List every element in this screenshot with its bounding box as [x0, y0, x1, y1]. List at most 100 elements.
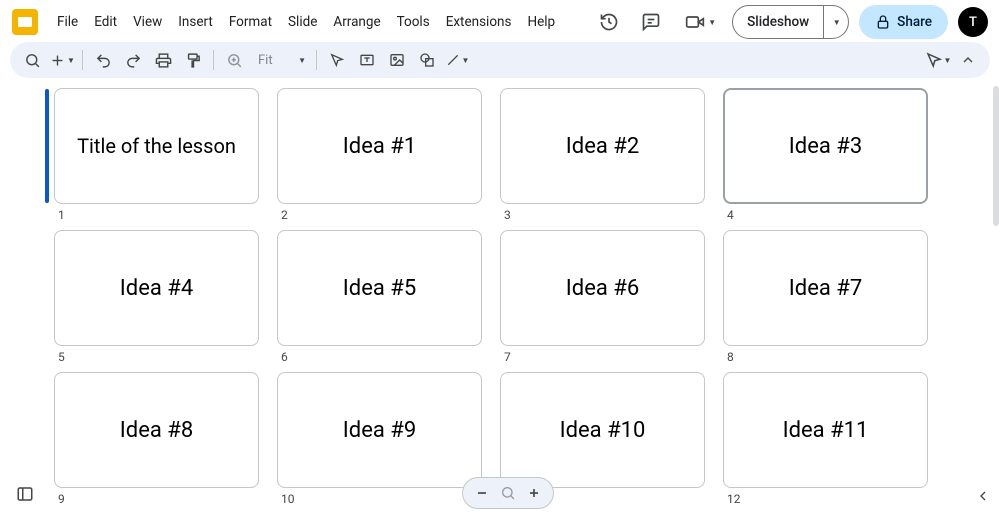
- slide-text: Title of the lesson: [77, 134, 236, 158]
- menu-format[interactable]: Format: [222, 9, 279, 35]
- slide-thumb[interactable]: Idea #7: [723, 230, 928, 346]
- slide-number: 12: [723, 488, 928, 508]
- slide-text: Idea #7: [789, 276, 862, 301]
- caret-down-icon: ▼: [944, 56, 952, 65]
- avatar[interactable]: T: [958, 7, 988, 37]
- caret-down-icon: ▼: [298, 56, 306, 65]
- header-row: File Edit View Insert Format Slide Arran…: [0, 0, 1000, 40]
- print-button[interactable]: [149, 46, 177, 74]
- slide-thumb[interactable]: Idea #2: [500, 88, 705, 204]
- slide-text: Idea #6: [566, 276, 639, 301]
- slide-cell: Idea #7 8: [723, 230, 928, 366]
- share-label: Share: [897, 14, 932, 30]
- slide-number: 7: [500, 346, 705, 366]
- image-button[interactable]: [383, 46, 411, 74]
- slide-number: 2: [277, 204, 482, 224]
- slide-number: 5: [54, 346, 259, 366]
- hide-menus-button[interactable]: [954, 46, 982, 74]
- explore-button[interactable]: [12, 481, 38, 507]
- menu-slide[interactable]: Slide: [281, 9, 324, 35]
- share-button[interactable]: Share: [859, 5, 948, 39]
- slides-logo-inner: [18, 17, 32, 27]
- slide-text: Idea #10: [560, 418, 646, 443]
- new-slide-button[interactable]: ▼: [48, 46, 76, 74]
- caret-down-icon: ▼: [462, 56, 470, 65]
- slide-number: 6: [277, 346, 482, 366]
- menu-edit[interactable]: Edit: [87, 9, 124, 35]
- caret-down-icon: ▼: [67, 56, 75, 65]
- menu-extensions[interactable]: Extensions: [439, 9, 519, 35]
- show-side-panel-button[interactable]: [972, 485, 994, 507]
- zoom-out-button[interactable]: [471, 482, 493, 504]
- menu-insert[interactable]: Insert: [171, 9, 220, 35]
- slide-thumb[interactable]: Idea #6: [500, 230, 705, 346]
- caret-down-icon: ▼: [833, 18, 841, 27]
- slide-thumb[interactable]: Idea #9: [277, 372, 482, 488]
- menu-help[interactable]: Help: [520, 9, 562, 35]
- slide-number: 1: [54, 204, 259, 224]
- zoom-fit-label: Fit: [258, 53, 273, 68]
- separator: [82, 50, 83, 70]
- slideshow-button[interactable]: Slideshow: [733, 6, 824, 38]
- slide-thumb[interactable]: Idea #3: [723, 88, 928, 204]
- slide-text: Idea #5: [343, 276, 416, 301]
- select-tool-button[interactable]: [323, 46, 351, 74]
- redo-button[interactable]: [119, 46, 147, 74]
- search-menus-button[interactable]: [18, 46, 46, 74]
- menu-file[interactable]: File: [50, 9, 85, 35]
- lock-icon: [875, 14, 891, 30]
- slide-number: 4: [723, 204, 928, 224]
- slide-cell: Title of the lesson 1: [54, 88, 259, 224]
- separator: [316, 50, 317, 70]
- slide-text: Idea #3: [789, 134, 862, 159]
- menu-bar: File Edit View Insert Format Slide Arran…: [50, 9, 562, 35]
- menu-tools[interactable]: Tools: [390, 9, 437, 35]
- slide-thumb[interactable]: Idea #11: [723, 372, 928, 488]
- slide-text: Idea #4: [120, 276, 193, 301]
- meet-button[interactable]: ▼: [677, 8, 722, 36]
- slide-thumb[interactable]: Idea #4: [54, 230, 259, 346]
- vertical-scrollbar[interactable]: [992, 82, 1000, 487]
- textbox-button[interactable]: [353, 46, 381, 74]
- history-icon[interactable]: [593, 6, 625, 38]
- slide-number: 10: [277, 488, 482, 508]
- slide-text: Idea #8: [120, 418, 193, 443]
- slide-text: Idea #9: [343, 418, 416, 443]
- zoom-in-button[interactable]: [523, 482, 545, 504]
- menu-view[interactable]: View: [126, 9, 169, 35]
- toolbar: ▼ Fit ▼ ▼ ▼: [10, 42, 990, 78]
- zoom-reset-button[interactable]: [497, 482, 519, 504]
- slide-cell: Idea #3 4: [723, 88, 928, 224]
- pointer-mode-button[interactable]: ▼: [924, 46, 952, 74]
- slide-cell: Idea #5 6: [277, 230, 482, 366]
- zoom-control: [462, 477, 554, 509]
- slideshow-dropdown[interactable]: ▼: [824, 6, 848, 38]
- slide-thumb[interactable]: Idea #1: [277, 88, 482, 204]
- slides-logo[interactable]: [12, 9, 38, 35]
- slide-text: Idea #2: [566, 134, 639, 159]
- scroll-thumb[interactable]: [993, 86, 999, 226]
- slide-number: 8: [723, 346, 928, 366]
- slide-number: 3: [500, 204, 705, 224]
- line-button[interactable]: ▼: [443, 46, 471, 74]
- shape-button[interactable]: [413, 46, 441, 74]
- slide-number: 9: [54, 488, 259, 508]
- slide-thumb[interactable]: Idea #8: [54, 372, 259, 488]
- zoom-fit-dropdown[interactable]: Fit ▼: [250, 51, 310, 70]
- caret-down-icon: ▼: [708, 18, 716, 27]
- slide-cell: Idea #2 3: [500, 88, 705, 224]
- slide-cell: Idea #8 9: [54, 372, 259, 508]
- slide-grid: Title of the lesson1Idea #12Idea #23Idea…: [0, 82, 992, 514]
- zoom-button[interactable]: [220, 46, 248, 74]
- slide-thumb[interactable]: Title of the lesson: [54, 88, 259, 204]
- undo-button[interactable]: [89, 46, 117, 74]
- menu-arrange[interactable]: Arrange: [326, 9, 387, 35]
- slide-cell: Idea #6 7: [500, 230, 705, 366]
- separator: [213, 50, 214, 70]
- paint-format-button[interactable]: [179, 46, 207, 74]
- slide-thumb[interactable]: Idea #10: [500, 372, 705, 488]
- comment-icon[interactable]: [635, 6, 667, 38]
- slide-thumb[interactable]: Idea #5: [277, 230, 482, 346]
- header-right: ▼ Slideshow ▼ Share T: [593, 5, 988, 39]
- slide-grid-canvas: Title of the lesson1Idea #12Idea #23Idea…: [0, 82, 992, 517]
